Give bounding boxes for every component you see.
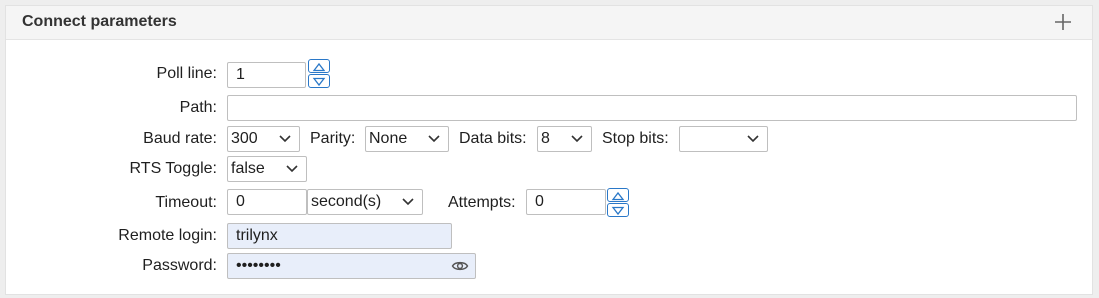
triangle-up-icon bbox=[312, 62, 326, 72]
remote-login-label: Remote login: bbox=[118, 227, 217, 244]
poll-line-input[interactable] bbox=[227, 62, 306, 88]
stop-bits-select[interactable] bbox=[679, 126, 768, 152]
rts-toggle-value: false bbox=[231, 160, 265, 177]
attempts-input[interactable] bbox=[526, 189, 606, 215]
poll-line-label: Poll line: bbox=[156, 65, 217, 82]
path-input[interactable] bbox=[227, 95, 1077, 121]
triangle-up-icon bbox=[611, 191, 625, 201]
timeout-label: Timeout: bbox=[155, 194, 217, 211]
timeout-unit-select[interactable]: second(s) bbox=[307, 189, 423, 215]
triangle-down-icon bbox=[312, 77, 326, 87]
password-input[interactable] bbox=[227, 253, 476, 279]
timeout-input[interactable] bbox=[227, 189, 307, 215]
attempts-down-button[interactable] bbox=[607, 203, 629, 217]
baud-rate-select[interactable]: 300 bbox=[227, 126, 300, 152]
remote-login-input[interactable] bbox=[227, 223, 452, 249]
attempts-label: Attempts: bbox=[448, 194, 516, 211]
path-label: Path: bbox=[179, 99, 217, 116]
panel-header: Connect parameters bbox=[6, 6, 1092, 40]
chevron-down-icon bbox=[747, 135, 759, 143]
attempts-up-button[interactable] bbox=[607, 188, 629, 202]
baud-rate-value: 300 bbox=[231, 130, 258, 147]
parity-label: Parity: bbox=[310, 130, 356, 147]
chevron-down-icon bbox=[402, 198, 414, 206]
plus-icon[interactable] bbox=[1052, 11, 1074, 33]
data-bits-select[interactable]: 8 bbox=[537, 126, 592, 152]
chevron-down-icon bbox=[286, 165, 298, 173]
eye-icon[interactable] bbox=[451, 257, 469, 275]
parity-select[interactable]: None bbox=[365, 126, 449, 152]
attempts-stepper[interactable] bbox=[607, 188, 629, 218]
data-bits-label: Data bits: bbox=[459, 130, 527, 147]
triangle-down-icon bbox=[611, 206, 625, 216]
password-label: Password: bbox=[142, 257, 217, 274]
parity-value: None bbox=[369, 130, 408, 147]
baud-rate-label: Baud rate: bbox=[143, 130, 217, 147]
chevron-down-icon bbox=[279, 135, 291, 143]
chevron-down-icon bbox=[428, 135, 440, 143]
poll-line-stepper[interactable] bbox=[308, 59, 330, 89]
poll-line-up-button[interactable] bbox=[308, 59, 330, 73]
poll-line-down-button[interactable] bbox=[308, 74, 330, 88]
data-bits-value: 8 bbox=[541, 130, 550, 147]
timeout-unit-value: second(s) bbox=[311, 193, 382, 210]
rts-toggle-select[interactable]: false bbox=[227, 156, 307, 182]
stop-bits-label: Stop bits: bbox=[602, 130, 669, 147]
chevron-down-icon bbox=[571, 135, 583, 143]
rts-toggle-label: RTS Toggle: bbox=[129, 160, 217, 177]
section-title: Connect parameters bbox=[22, 13, 177, 30]
